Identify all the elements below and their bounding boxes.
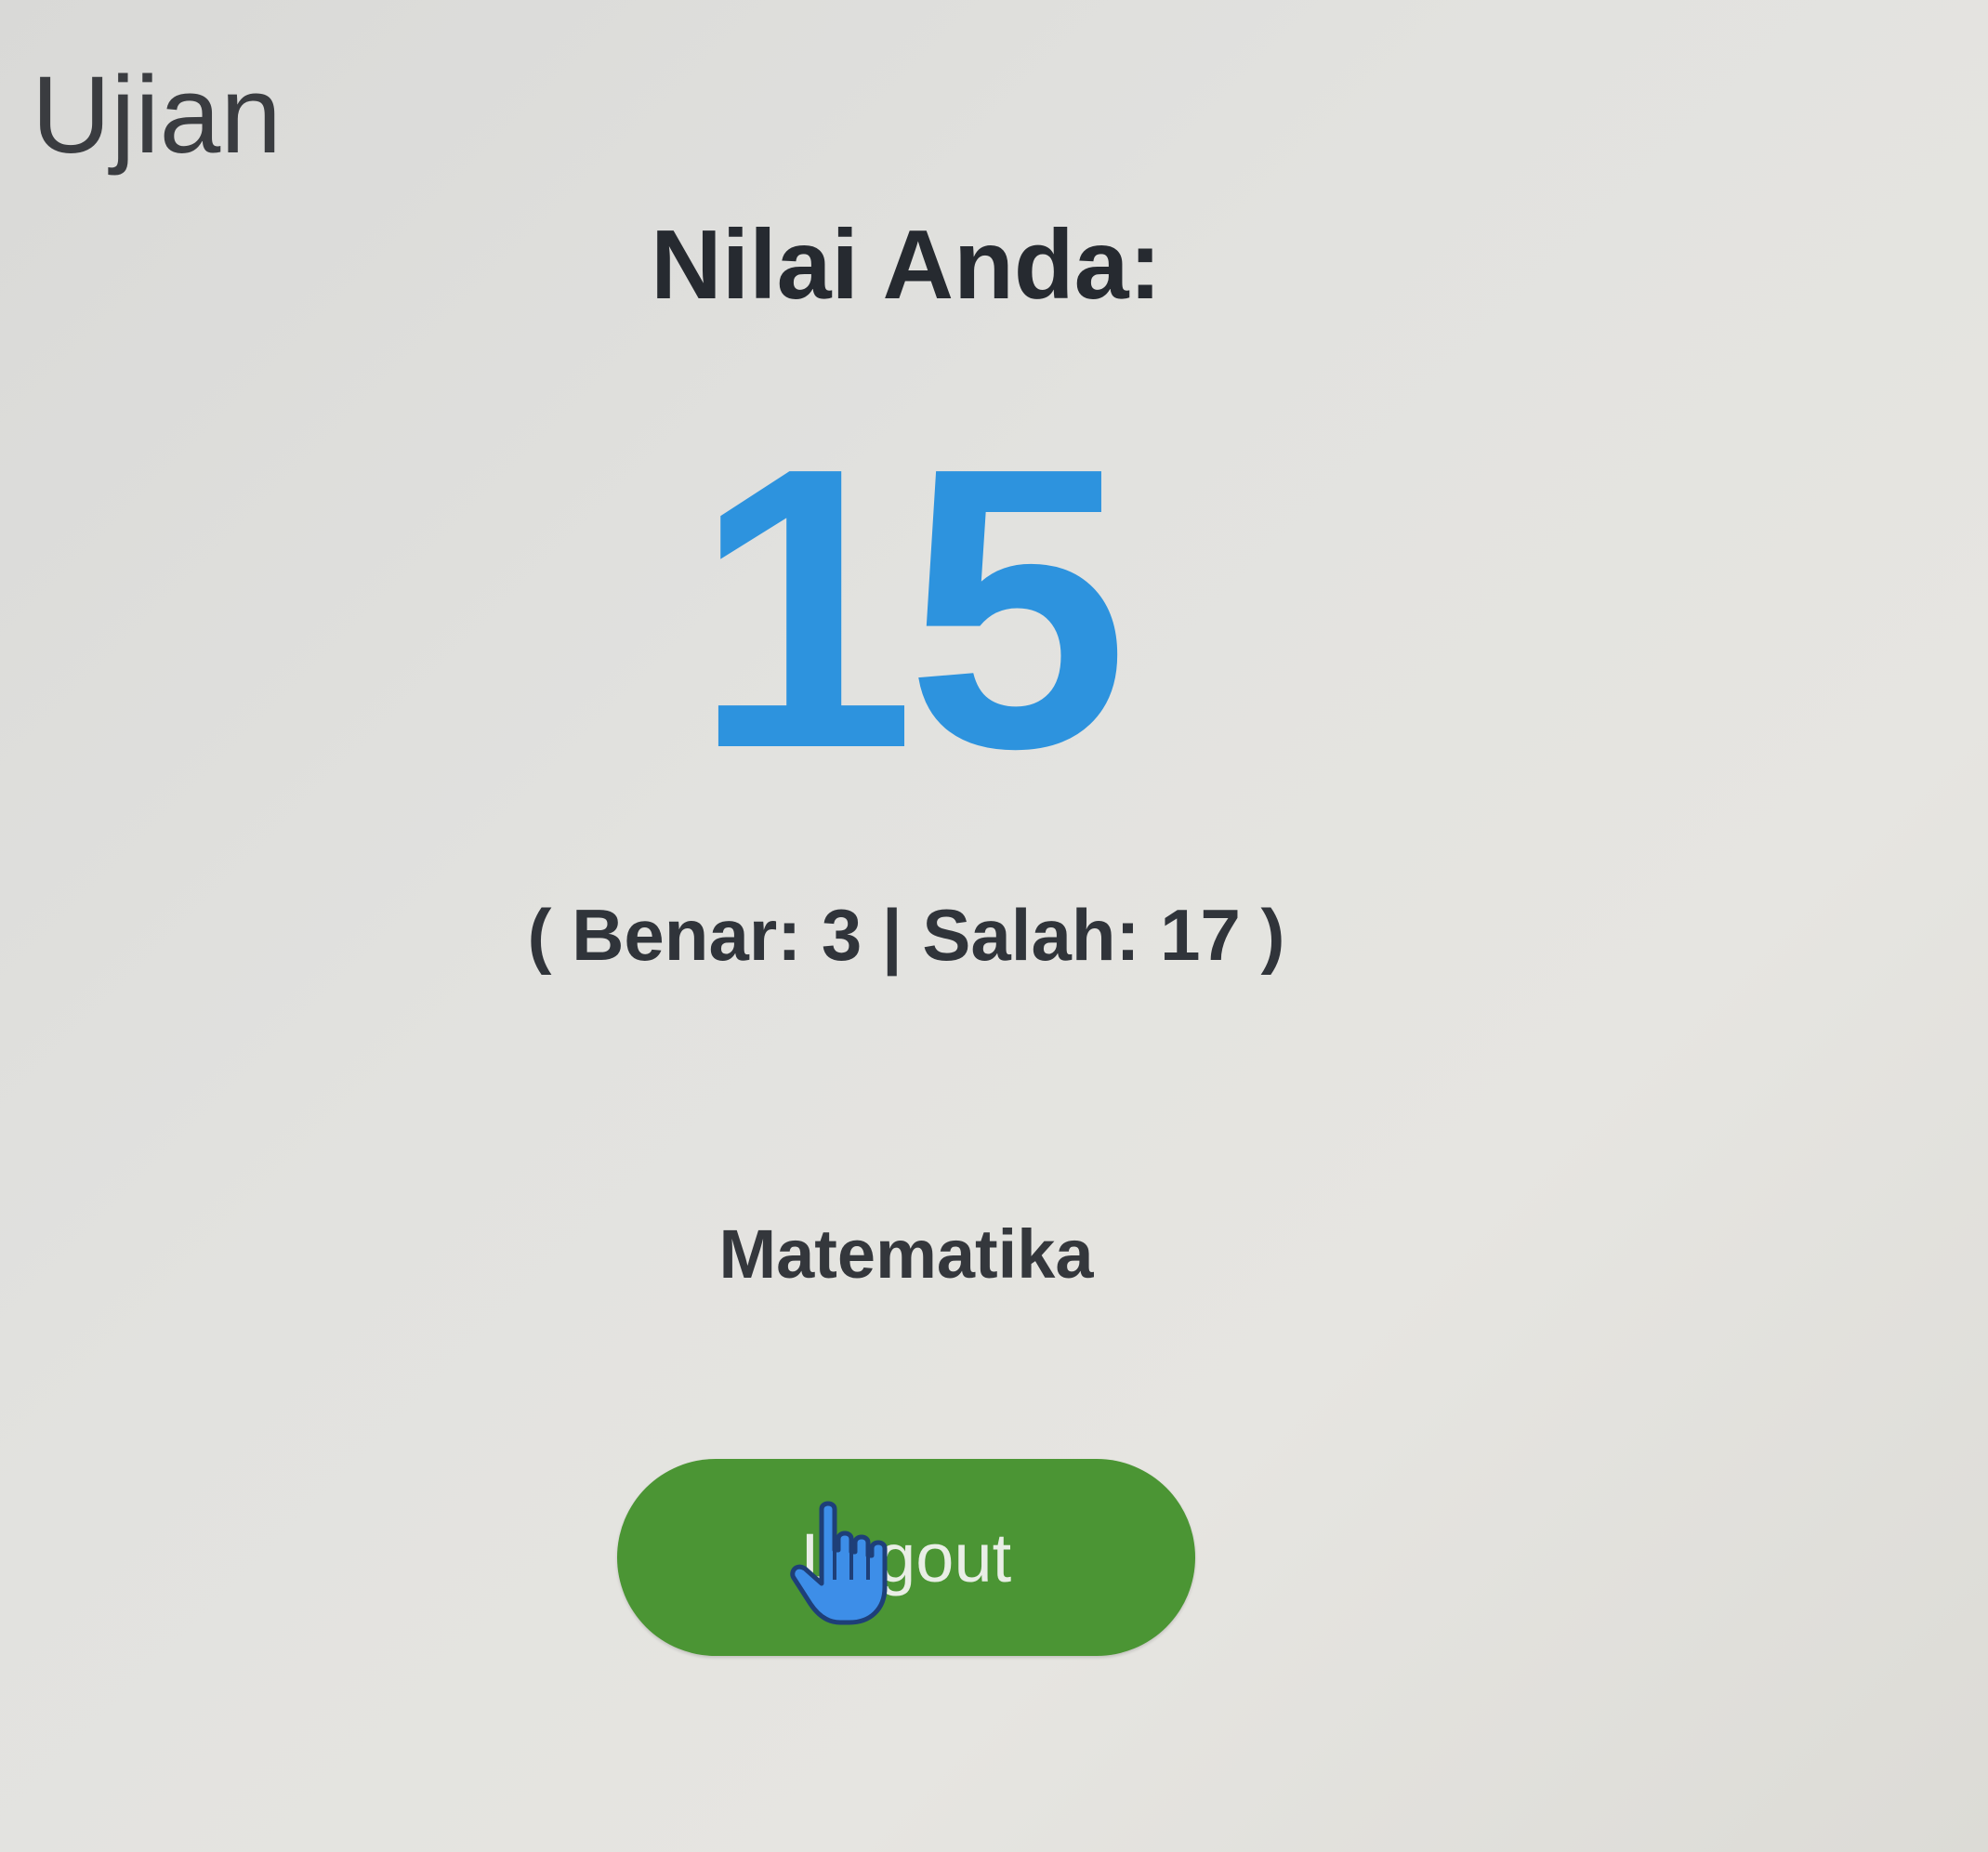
exam-result-page: Ujian Nilai Anda: 15 ( Benar: 3 | Salah:… <box>0 0 1988 1852</box>
logout-button[interactable]: Logout <box>617 1459 1195 1656</box>
score-heading: Nilai Anda: <box>651 210 1162 320</box>
score-value: 15 <box>692 386 1128 832</box>
subject-name: Matematika <box>718 1215 1094 1293</box>
score-detail: ( Benar: 3 | Salah: 17 ) <box>527 894 1285 976</box>
hand-pointer-icon <box>790 1501 888 1625</box>
app-title: Ujian <box>32 54 282 177</box>
